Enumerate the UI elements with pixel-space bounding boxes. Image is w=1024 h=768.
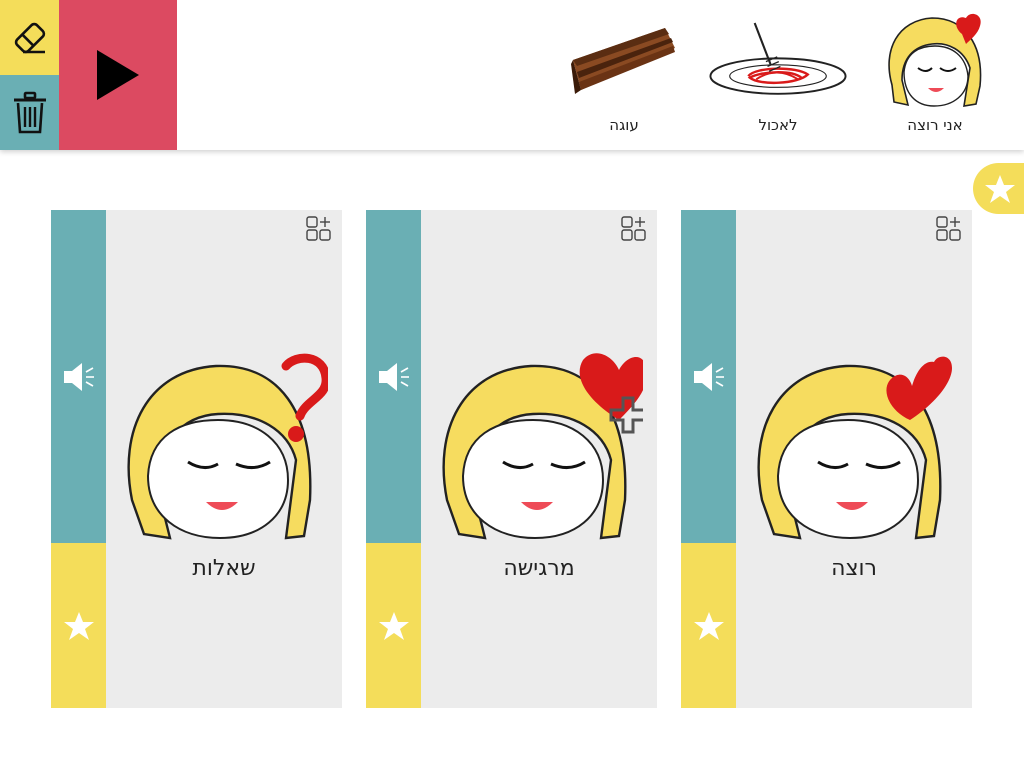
star-icon (378, 611, 409, 640)
star-icon (63, 611, 94, 640)
sentence-item-label: אני רוצה (907, 116, 963, 134)
category-card-questions[interactable]: שאלות (51, 210, 342, 708)
eraser-button[interactable] (0, 0, 59, 75)
category-card-want[interactable]: רוצה (681, 210, 972, 708)
add-to-board-icon[interactable] (306, 216, 332, 242)
card-label: שאלות (192, 556, 256, 581)
speak-button[interactable] (681, 210, 736, 543)
spaghetti-plate-icon (709, 22, 847, 95)
speaker-icon (63, 362, 94, 391)
girl-heart-icon (757, 356, 952, 540)
top-bar: אני רוצה לאכול עוגה (0, 0, 1024, 150)
card-body[interactable]: שאלות (106, 210, 342, 708)
girl-heart-plus-icon (442, 353, 643, 540)
add-to-board-icon[interactable] (936, 216, 962, 242)
favorite-button[interactable] (51, 543, 106, 708)
sentence-item-cake[interactable]: עוגה (554, 10, 694, 140)
speaker-icon (693, 362, 724, 391)
girl-heart-icon (888, 13, 982, 107)
category-card-feels[interactable]: מרגישה (366, 210, 657, 708)
sentence-item-want-i[interactable]: אני רוצה (865, 10, 1005, 140)
speak-button[interactable] (51, 210, 106, 543)
favorites-tab[interactable] (973, 163, 1024, 214)
speaker-icon (378, 362, 409, 391)
star-icon (693, 611, 724, 640)
chocolate-cake-icon (571, 28, 675, 94)
delete-all-button[interactable] (0, 75, 59, 150)
play-button[interactable] (59, 0, 177, 150)
card-body[interactable]: מרגישה (421, 210, 657, 708)
eraser-icon (14, 22, 45, 53)
play-icon (97, 50, 139, 100)
girl-question-icon (127, 353, 328, 540)
card-label: רוצה (831, 556, 877, 581)
speak-button[interactable] (366, 210, 421, 543)
trash-icon (13, 91, 46, 133)
card-label: מרגישה (503, 556, 575, 581)
sentence-item-label: עוגה (609, 116, 639, 134)
sentence-item-to-eat[interactable]: לאכול (708, 10, 848, 140)
star-icon (985, 174, 1015, 203)
add-to-board-icon[interactable] (621, 216, 647, 242)
card-body[interactable]: רוצה (736, 210, 972, 708)
favorite-button[interactable] (681, 543, 736, 708)
favorite-button[interactable] (366, 543, 421, 708)
sentence-item-label: לאכול (758, 116, 798, 134)
